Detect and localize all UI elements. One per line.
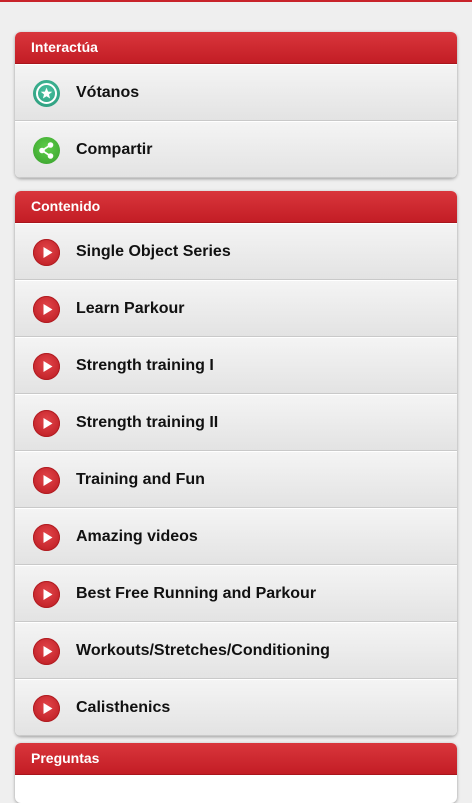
play-icon	[33, 581, 60, 608]
content-item-amazing-videos[interactable]: Amazing videos	[15, 508, 457, 565]
interact-section-header: Interactúa	[15, 32, 457, 64]
content-item-learn-parkour[interactable]: Learn Parkour	[15, 280, 457, 337]
share-item[interactable]: Compartir	[15, 121, 457, 178]
content-item-label: Workouts/Stretches/Conditioning	[76, 642, 330, 659]
content-item-training-and-fun[interactable]: Training and Fun	[15, 451, 457, 508]
play-icon	[33, 467, 60, 494]
content-item-label: Single Object Series	[76, 243, 231, 260]
content-item-label: Training and Fun	[76, 471, 205, 488]
play-icon	[33, 239, 60, 266]
faq-section-header: Preguntas	[15, 743, 457, 775]
play-icon	[33, 695, 60, 722]
content-item-strength-training-2[interactable]: Strength training II	[15, 394, 457, 451]
play-icon	[33, 524, 60, 551]
content-item-best-free-running[interactable]: Best Free Running and Parkour	[15, 565, 457, 622]
content-item-workouts[interactable]: Workouts/Stretches/Conditioning	[15, 622, 457, 679]
play-icon	[33, 638, 60, 665]
play-icon	[33, 410, 60, 437]
content-item-label: Best Free Running and Parkour	[76, 585, 317, 602]
faq-section: Preguntas	[15, 743, 457, 803]
content-section-header: Contenido	[15, 191, 457, 223]
content-item-label: Learn Parkour	[76, 300, 185, 317]
content-section: Contenido Single Object Series Learn Par…	[15, 191, 457, 736]
play-icon	[33, 353, 60, 380]
content-item-label: Strength training II	[76, 414, 219, 431]
content-item-single-object-series[interactable]: Single Object Series	[15, 223, 457, 280]
vote-item-label: Vótanos	[76, 84, 140, 101]
content-item-label: Strength training I	[76, 357, 214, 374]
share-item-label: Compartir	[76, 141, 153, 158]
top-accent-line	[0, 0, 472, 2]
content-item-calisthenics[interactable]: Calisthenics	[15, 679, 457, 736]
vote-item[interactable]: Vótanos	[15, 64, 457, 121]
content-item-label: Calisthenics	[76, 699, 171, 716]
interact-section: Interactúa Vótanos Compartir	[15, 32, 457, 178]
content-item-label: Amazing videos	[76, 528, 198, 545]
play-icon	[33, 296, 60, 323]
share-icon	[33, 137, 60, 164]
star-icon	[33, 80, 60, 107]
content-item-strength-training-1[interactable]: Strength training I	[15, 337, 457, 394]
